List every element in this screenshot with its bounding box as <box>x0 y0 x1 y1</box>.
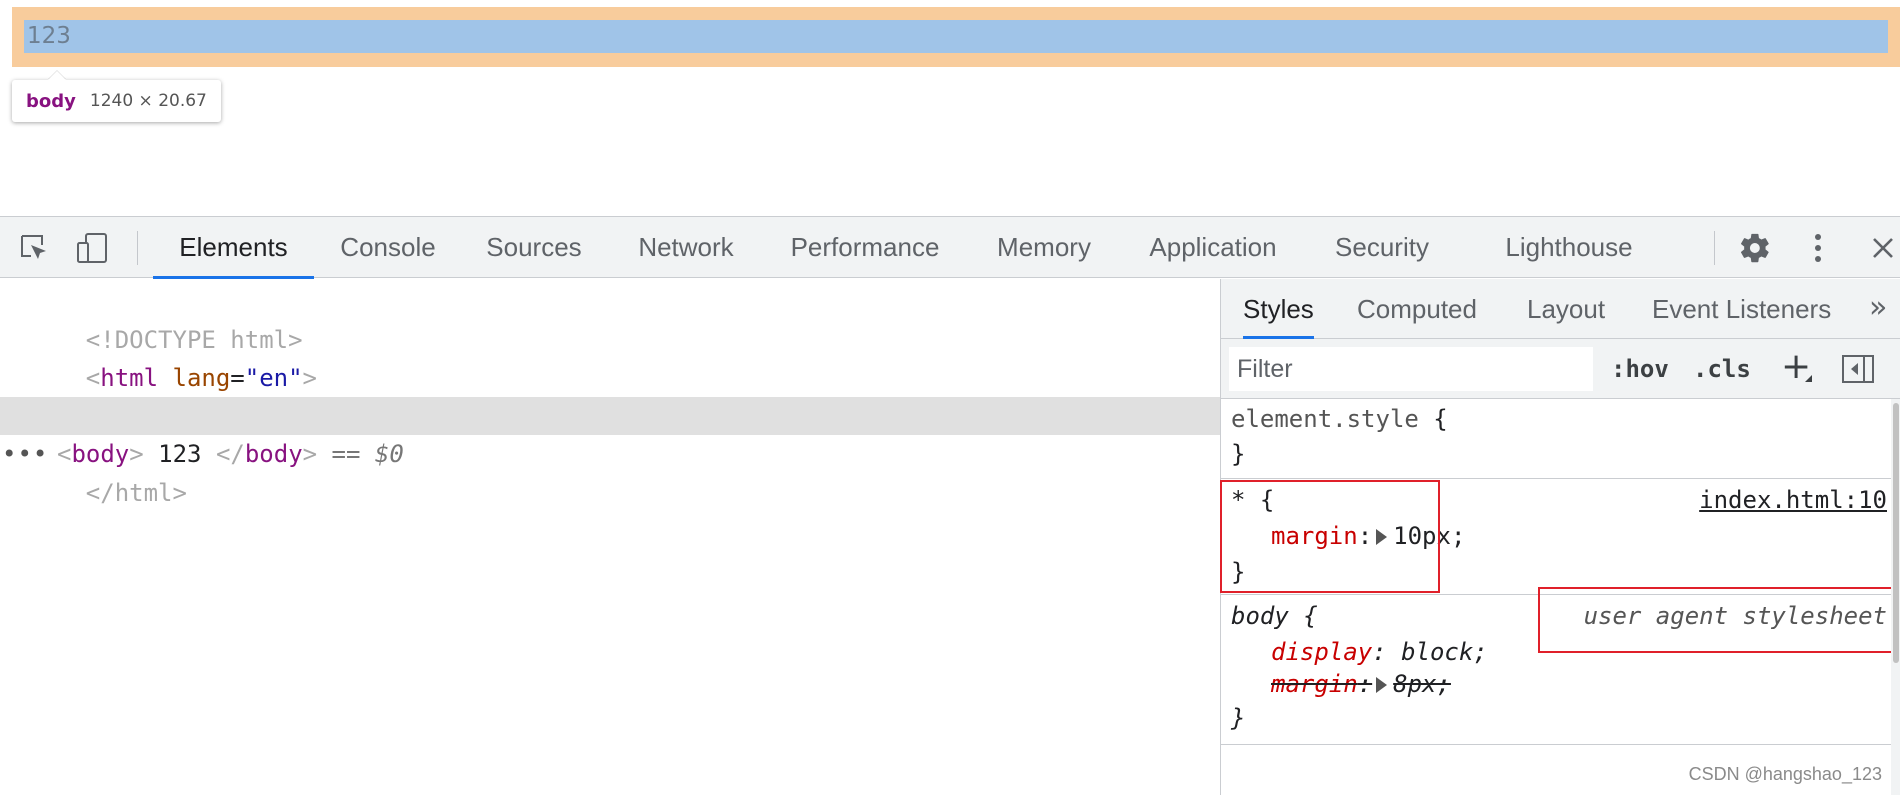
css-property-value: block; <box>1401 638 1488 666</box>
rule-element-style[interactable]: element.style { } <box>1221 399 1900 479</box>
dom-head[interactable]: <head>…</head> <box>34 359 313 430</box>
rule-selector: body <box>1231 602 1289 630</box>
css-property-name-overridden: margin <box>1271 670 1358 698</box>
rule-selector: element.style <box>1231 405 1419 433</box>
inspect-element-icon[interactable] <box>17 231 51 265</box>
rule-brace-close: } <box>1231 704 1246 732</box>
styles-filter-bar: :hov .cls + <box>1221 339 1900 399</box>
dom-html-open[interactable]: <html lang="en"> <box>28 321 317 392</box>
tab-lighthouse[interactable]: Lighthouse <box>1494 217 1644 278</box>
styles-tab-bar: Styles Computed Layout Event Listeners » <box>1221 279 1900 339</box>
expand-shorthand-icon[interactable] <box>1376 677 1388 693</box>
tab-application[interactable]: Application <box>1138 217 1288 278</box>
rule-brace-close: } <box>1231 440 1246 468</box>
tab-console[interactable]: Console <box>328 217 448 278</box>
selected-node-marker: == $0 <box>317 440 404 468</box>
body-content-highlight: 123 <box>24 20 1888 53</box>
kebab-menu-icon[interactable] <box>1808 231 1828 265</box>
annotation-box-user-agent <box>1538 587 1896 653</box>
gear-icon[interactable] <box>1738 231 1772 265</box>
tab-security[interactable]: Security <box>1326 217 1438 278</box>
dom-body-selected[interactable]: ••• <body> 123 </body> == $0 <box>0 397 1220 468</box>
html-close-text: </html> <box>85 479 187 507</box>
tooltip-dimensions: 1240 × 20.67 <box>89 91 207 111</box>
rule-brace-open: { <box>1288 602 1318 630</box>
rule-source-link[interactable]: index.html:10 <box>1699 483 1887 517</box>
tab-network[interactable]: Network <box>626 217 746 278</box>
scrollbar-thumb[interactable] <box>1893 403 1899 663</box>
page-viewport: 123 body 1240 × 20.67 <box>0 0 1900 216</box>
annotation-box-universal-rule <box>1220 480 1440 593</box>
dom-doctype[interactable]: <!DOCTYPE html> <box>28 283 303 354</box>
elements-dom-tree: <!DOCTYPE html> <html lang="en"> <head>…… <box>0 279 1220 795</box>
devtools-toolbar: Elements Console Sources Network Perform… <box>0 216 1900 279</box>
toolbar-separator <box>1714 231 1715 265</box>
tab-layout[interactable]: Layout <box>1527 279 1605 338</box>
css-property-name: display <box>1271 638 1373 666</box>
tab-sources[interactable]: Sources <box>478 217 590 278</box>
hov-toggle[interactable]: :hov <box>1611 353 1669 385</box>
tab-performance[interactable]: Performance <box>782 217 948 278</box>
toggle-sidebar-icon[interactable] <box>1841 353 1875 385</box>
body-close-tag-name: body <box>244 440 303 468</box>
tab-memory[interactable]: Memory <box>984 217 1104 278</box>
more-tabs-icon[interactable]: » <box>1869 279 1887 339</box>
new-rule-menu-indicator <box>1805 375 1812 382</box>
css-property-value-overridden: 8px; <box>1393 670 1451 698</box>
inspect-tooltip: body 1240 × 20.67 <box>12 80 221 122</box>
styles-filter-input[interactable] <box>1229 347 1593 391</box>
toolbar-separator <box>137 231 138 265</box>
tooltip-tag: body <box>26 90 76 112</box>
tab-event-listeners[interactable]: Event Listeners <box>1652 279 1831 338</box>
tab-computed[interactable]: Computed <box>1357 279 1477 338</box>
rule-brace-open: { <box>1418 405 1448 433</box>
cls-toggle[interactable]: .cls <box>1693 353 1751 385</box>
dom-html-close[interactable]: </html> <box>28 436 187 507</box>
tab-elements[interactable]: Elements <box>153 217 314 279</box>
styles-pane: Styles Computed Layout Event Listeners »… <box>1220 279 1900 795</box>
tab-styles[interactable]: Styles <box>1243 279 1314 339</box>
device-toolbar-icon[interactable] <box>75 231 109 265</box>
styles-scrollbar[interactable] <box>1891 399 1900 795</box>
watermark-text: CSDN @hangshao_123 <box>1688 764 1882 784</box>
close-icon[interactable] <box>1868 231 1898 265</box>
